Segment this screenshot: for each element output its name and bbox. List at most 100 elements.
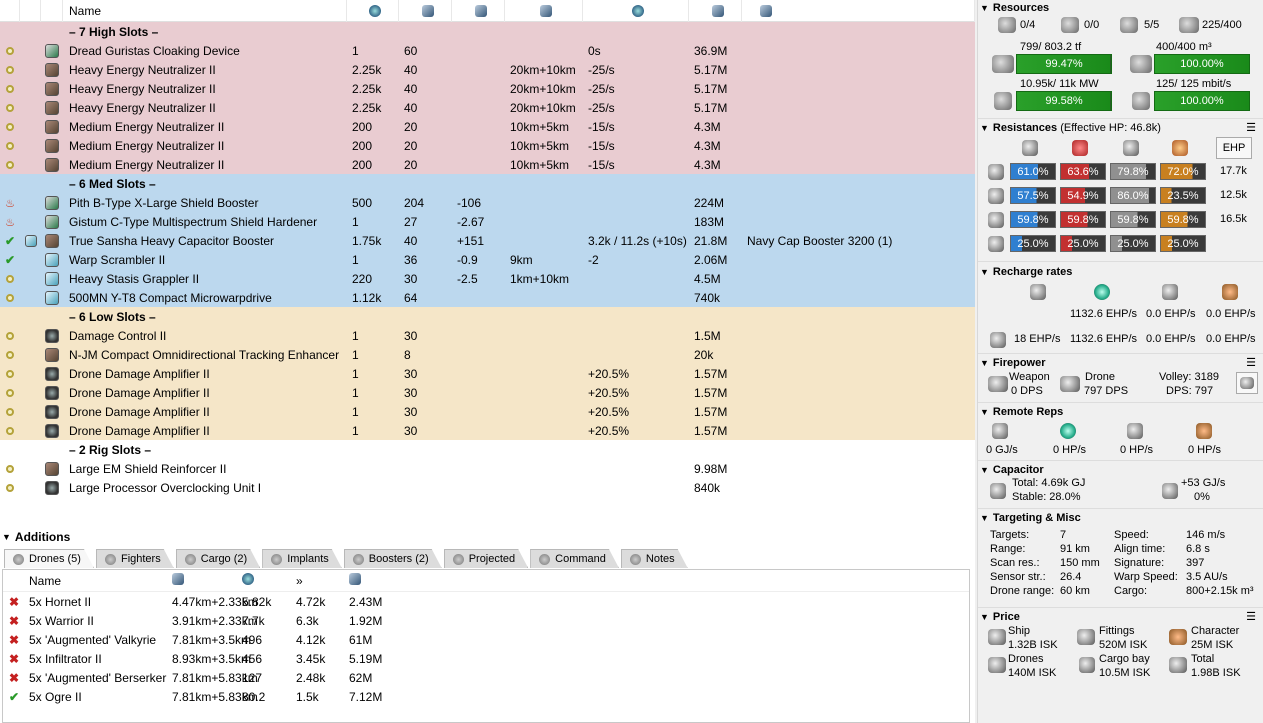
module-row[interactable]: Heavy Energy Neutralizer II 2.25k 40 20km+1… <box>0 60 975 79</box>
tab-notes[interactable]: Notes <box>621 549 688 568</box>
module-state-toggle[interactable] <box>0 405 20 419</box>
module-row[interactable]: Medium Energy Neutralizer II 200 20 10km+5k… <box>0 136 975 155</box>
module-row[interactable]: Drone Damage Amplifier II 1 30 +20.5% 1.57M <box>0 364 975 383</box>
module-state-toggle[interactable] <box>0 367 20 381</box>
module-row[interactable]: Drone Damage Amplifier II 1 30 +20.5% 1.57M <box>0 383 975 402</box>
recharge-header[interactable]: ▼ Recharge rates <box>978 264 1263 279</box>
module-state-toggle[interactable] <box>0 348 20 362</box>
drone-row[interactable]: ✖ 5x Warrior II 3.91km+2.33km 7.7k 6.3k 1.92M <box>3 611 969 630</box>
module-row[interactable]: ♨ Gistum C-Type Multispectrum Shield Hard… <box>0 212 975 231</box>
tab-fighters[interactable]: Fighters <box>96 549 174 568</box>
drone-column-speed-icon[interactable]: » <box>296 574 349 588</box>
drone-row[interactable]: ✖ 5x 'Augmented' Berserker 7.81km+5.83km 12… <box>3 668 969 687</box>
module-row[interactable]: N-JM Compact Omnidirectional Tracking En… <box>0 345 975 364</box>
module-row[interactable]: Heavy Energy Neutralizer II 2.25k 40 20km+1… <box>0 79 975 98</box>
module-state-toggle[interactable] <box>0 291 20 305</box>
targeting-header[interactable]: ▼ Targeting & Misc <box>978 510 1263 525</box>
module-state-toggle[interactable] <box>0 272 20 286</box>
drone-inactive-icon[interactable]: ✖ <box>9 671 19 685</box>
module-row[interactable]: Heavy Energy Neutralizer II 2.25k 40 20km+1… <box>0 98 975 117</box>
resistances-menu-icon[interactable]: ☰ <box>1246 121 1256 134</box>
module-state-toggle[interactable] <box>0 481 20 495</box>
resources-header[interactable]: ▼ Resources <box>978 0 1263 15</box>
firepower-header[interactable]: ▼ Firepower ☰ <box>978 355 1263 370</box>
column-price-icon[interactable] <box>689 0 742 22</box>
module-state-online-icon[interactable] <box>6 65 14 74</box>
module-state-online-icon[interactable] <box>6 293 14 302</box>
module-state-toggle[interactable] <box>0 120 20 134</box>
price-header[interactable]: ▼ Price ☰ <box>978 609 1263 624</box>
module-state-online-icon[interactable] <box>6 464 14 473</box>
tab-implants[interactable]: Implants <box>262 549 342 568</box>
drone-inactive-icon[interactable]: ✖ <box>9 614 19 628</box>
module-row[interactable]: Drone Damage Amplifier II 1 30 +20.5% 1.57M <box>0 402 975 421</box>
collapse-triangle-icon[interactable]: ▼ <box>2 532 11 542</box>
module-state-online-icon[interactable] <box>6 46 14 55</box>
ehp-toggle-button[interactable]: EHP <box>1216 137 1252 159</box>
module-row[interactable]: ♨ Pith B-Type X-Large Shield Booster 500 20… <box>0 193 975 212</box>
module-state-toggle[interactable] <box>0 386 20 400</box>
module-row[interactable]: Large Processor Overclocking Unit I 840k <box>0 478 975 497</box>
drone-row[interactable]: ✔ 5x Ogre II 7.81km+5.83km 80.2 1.5k 7.12M <box>3 687 969 706</box>
module-list[interactable]: Name – 7 High Slots – Dread Guristas Clo… <box>0 0 975 522</box>
module-state-online-icon[interactable] <box>6 407 14 416</box>
drone-active-icon[interactable]: ✔ <box>9 690 19 704</box>
module-state-online-icon[interactable] <box>6 274 14 283</box>
firepower-menu-icon[interactable]: ☰ <box>1246 356 1256 369</box>
module-state-online-icon[interactable] <box>6 350 14 359</box>
remote-reps-header[interactable]: ▼ Remote Reps <box>978 404 1263 419</box>
tab-cargo[interactable]: Cargo (2) <box>176 549 260 568</box>
module-state-online-icon[interactable] <box>6 483 14 492</box>
module-state-online-icon[interactable] <box>6 331 14 340</box>
module-state-toggle[interactable] <box>0 44 20 58</box>
column-misc-icon[interactable] <box>583 0 689 22</box>
module-row[interactable]: Medium Energy Neutralizer II 200 20 10km+5k… <box>0 155 975 174</box>
module-state-toggle[interactable] <box>0 158 20 172</box>
module-row[interactable]: Medium Energy Neutralizer II 200 20 10km+5k… <box>0 117 975 136</box>
module-state-toggle[interactable]: ✔ <box>0 234 20 248</box>
drone-state-toggle[interactable]: ✖ <box>3 671 25 685</box>
module-state-toggle[interactable]: ✔ <box>0 253 20 267</box>
module-state-toggle[interactable] <box>0 424 20 438</box>
module-state-toggle[interactable] <box>0 139 20 153</box>
column-capacitor-icon[interactable] <box>452 0 505 22</box>
drone-state-toggle[interactable]: ✖ <box>3 633 25 647</box>
ammo-select-button[interactable] <box>1236 372 1258 394</box>
module-state-online-icon[interactable] <box>6 84 14 93</box>
module-row[interactable]: ✔ True Sansha Heavy Capacitor Booster 1.75… <box>0 231 975 250</box>
module-state-toggle[interactable] <box>0 63 20 77</box>
drone-row[interactable]: ✖ 5x Hornet II 4.47km+2.33km 5.82k 4.72k 2.43… <box>3 592 969 611</box>
module-state-online-icon[interactable] <box>6 103 14 112</box>
resistances-header[interactable]: ▼ Resistances (Effective HP: 46.8k) ☰ <box>978 120 1263 135</box>
module-state-toggle[interactable] <box>0 462 20 476</box>
module-state-toggle[interactable] <box>0 82 20 96</box>
drone-column-range-icon[interactable] <box>172 573 242 588</box>
tab-projected[interactable]: Projected <box>444 549 528 568</box>
module-state-online-icon[interactable] <box>6 141 14 150</box>
drone-row[interactable]: ✖ 5x Infiltrator II 8.93km+3.5km 456 3.45k 5.… <box>3 649 969 668</box>
module-state-toggle[interactable]: ♨ <box>0 196 20 210</box>
drone-state-toggle[interactable]: ✔ <box>3 690 25 704</box>
module-state-overheat-icon[interactable]: ♨ <box>5 198 15 210</box>
price-menu-icon[interactable]: ☰ <box>1246 610 1256 623</box>
tab-command[interactable]: Command <box>530 549 619 568</box>
column-cpu-icon[interactable] <box>347 0 399 22</box>
module-row[interactable]: Heavy Stasis Grappler II 220 30 -2.5 1km+10k… <box>0 269 975 288</box>
drone-column-price-icon[interactable] <box>349 573 409 588</box>
drone-column-tracking-icon[interactable] <box>242 573 296 588</box>
drone-state-toggle[interactable]: ✖ <box>3 614 25 628</box>
module-state-online-icon[interactable] <box>6 122 14 131</box>
module-state-toggle[interactable] <box>0 329 20 343</box>
module-row[interactable]: Large EM Shield Reinforcer II 9.98M <box>0 459 975 478</box>
module-row[interactable]: ✔ Warp Scrambler II 1 36 -0.9 9km -2 2.06M <box>0 250 975 269</box>
drone-inactive-icon[interactable]: ✖ <box>9 595 19 609</box>
module-state-online-icon[interactable] <box>6 426 14 435</box>
drone-inactive-icon[interactable]: ✖ <box>9 633 19 647</box>
drone-column-name[interactable]: Name <box>25 574 172 588</box>
drone-row[interactable]: ✖ 5x 'Augmented' Valkyrie 7.81km+3.5km 496 4… <box>3 630 969 649</box>
drone-state-toggle[interactable]: ✖ <box>3 652 25 666</box>
module-state-overheat-icon[interactable]: ♨ <box>5 217 15 229</box>
module-row[interactable]: Dread Guristas Cloaking Device 1 60 0s 36.9M <box>0 41 975 60</box>
module-state-online-icon[interactable] <box>6 388 14 397</box>
module-row[interactable]: Drone Damage Amplifier II 1 30 +20.5% 1.57M <box>0 421 975 440</box>
